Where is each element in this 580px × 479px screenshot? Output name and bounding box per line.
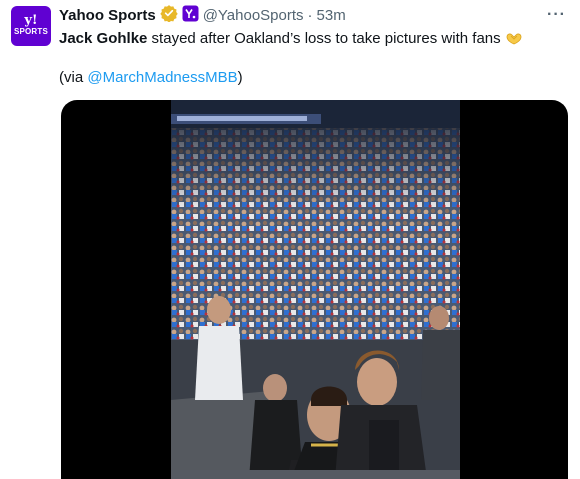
via-mention-link[interactable]: @MarchMadnessMBB: [87, 69, 237, 86]
video-frame[interactable]: [171, 100, 460, 479]
verified-badge-icon: [159, 4, 178, 26]
via-prefix: (via: [59, 69, 88, 86]
author-name[interactable]: Yahoo Sports: [59, 7, 156, 24]
avatar-sports-text: SPORTS: [13, 27, 49, 36]
post-header: Yahoo Sports @YahooSports · 53m: [59, 5, 346, 25]
post-via-line: (via @MarchMadnessMBB): [59, 68, 243, 88]
separator-dot: ·: [307, 6, 313, 24]
affiliate-badge-icon[interactable]: [182, 5, 199, 26]
post-timestamp[interactable]: 53m: [317, 7, 346, 24]
post-text-body: stayed after Oakland’s loss to take pict…: [147, 30, 505, 47]
post-text: Jack Gohlke stayed after Oakland’s loss …: [59, 29, 523, 49]
video-player[interactable]: [61, 100, 568, 479]
avatar-logo-text: y!: [24, 13, 38, 28]
avatar[interactable]: y! SPORTS: [11, 6, 51, 46]
more-options-icon[interactable]: ···: [547, 6, 566, 24]
post-text-name: Jack Gohlke: [59, 30, 148, 47]
via-suffix: ): [237, 69, 243, 86]
heart-hands-icon: [505, 30, 523, 47]
author-handle[interactable]: @YahooSports: [203, 7, 304, 24]
